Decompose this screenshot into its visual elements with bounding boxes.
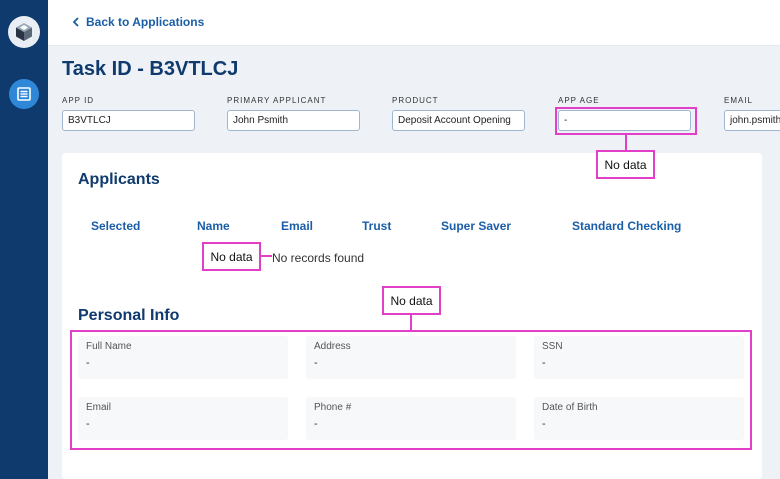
applicants-title: Applicants <box>78 171 160 188</box>
app-id-label: APP ID <box>62 96 95 105</box>
annotation-frame-app-age <box>555 107 697 135</box>
personal-info-title: Personal Info <box>78 307 180 324</box>
page-title: Task ID - B3VTLCJ <box>62 58 239 80</box>
annotation-app-age: No data <box>596 150 655 179</box>
product-label: PRODUCT <box>392 96 439 105</box>
chevron-left-icon <box>72 17 79 27</box>
back-link-label: Back to Applications <box>86 15 205 29</box>
app-age-label: APP AGE <box>558 96 600 105</box>
annotation-connector-personal-info <box>410 315 412 330</box>
primary-applicant-field[interactable]: John Psmith <box>227 110 360 131</box>
column-email: Email <box>281 219 314 233</box>
column-standard-checking: Standard Checking <box>572 219 682 233</box>
back-to-applications-link[interactable]: Back to Applications <box>72 15 204 29</box>
annotation-personal-info: No data <box>382 286 441 315</box>
top-bar: Back to Applications <box>48 0 780 46</box>
no-records-message: No records found <box>272 251 365 265</box>
email-label: EMAIL <box>724 96 754 105</box>
annotation-applicants: No data <box>202 242 261 271</box>
app-id-field[interactable]: B3VTLCJ <box>62 110 195 131</box>
annotation-frame-personal-info <box>70 330 752 450</box>
task-list-icon[interactable] <box>9 79 39 109</box>
primary-applicant-label: PRIMARY APPLICANT <box>227 96 327 105</box>
column-name: Name <box>197 219 230 233</box>
column-super-saver: Super Saver <box>441 219 512 233</box>
column-trust: Trust <box>362 219 392 233</box>
product-field[interactable]: Deposit Account Opening <box>392 110 525 131</box>
annotation-connector-applicants <box>261 255 272 257</box>
email-field[interactable]: john.psmith <box>724 110 780 131</box>
sidebar <box>0 0 48 479</box>
annotation-connector-app-age <box>625 135 627 150</box>
app-logo-icon[interactable] <box>8 16 40 48</box>
column-selected: Selected <box>91 219 141 233</box>
